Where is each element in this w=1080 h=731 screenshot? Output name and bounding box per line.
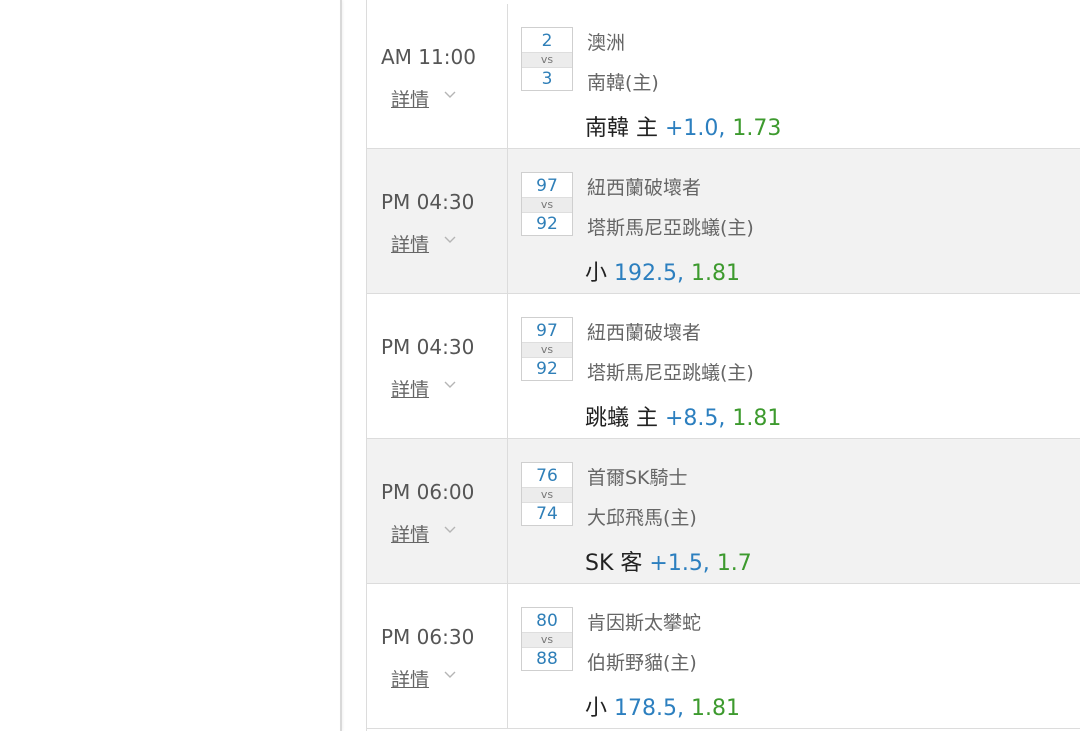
bet-pick: 小 [585, 696, 608, 721]
score-away: 80 [536, 611, 558, 631]
panel-divider [340, 0, 342, 731]
bet-handicap: 178.5, [614, 696, 684, 721]
bet-odds: 1.7 [716, 551, 752, 576]
match-row: PM 06:30 詳情 80 vs 88 肯因斯太攀蛇 伯斯野貓(主) 小 17… [367, 584, 1080, 729]
bet-handicap: +1.5, [649, 551, 710, 576]
time-cell: AM 11:00 詳情 [367, 4, 508, 148]
score-box: 76 vs 74 [521, 462, 573, 526]
bet-line: SK 客 +1.5, 1.7 [585, 545, 752, 577]
vs-label: vs [522, 632, 572, 648]
vs-label: vs [522, 197, 572, 213]
page: AM 11:00 詳情 2 vs 3 澳洲 南韓(主) 南韓 主 +1.0, 1… [0, 0, 1080, 731]
bet-odds: 1.81 [691, 261, 740, 286]
detail-link[interactable]: 詳情 [391, 520, 429, 547]
bet-line: 南韓 主 +1.0, 1.73 [585, 110, 781, 142]
detail-link[interactable]: 詳情 [391, 375, 429, 402]
match-row: PM 04:30 詳情 97 vs 92 紐西蘭破壞者 塔斯馬尼亞跳蟻(主) 小… [367, 149, 1080, 294]
chevron-down-icon[interactable] [443, 233, 457, 247]
bet-pick: SK 客 [585, 551, 643, 576]
match-time: PM 04:30 [381, 190, 475, 214]
time-cell: PM 04:30 詳情 [367, 294, 508, 438]
match-row: PM 04:30 詳情 97 vs 92 紐西蘭破壞者 塔斯馬尼亞跳蟻(主) 跳… [367, 294, 1080, 439]
team-home: 塔斯馬尼亞跳蟻(主) [587, 362, 754, 384]
chevron-down-icon[interactable] [443, 523, 457, 537]
chevron-down-icon[interactable] [443, 88, 457, 102]
team-home: 塔斯馬尼亞跳蟻(主) [587, 217, 754, 239]
score-box: 97 vs 92 [521, 172, 573, 236]
match-row: AM 11:00 詳情 2 vs 3 澳洲 南韓(主) 南韓 主 +1.0, 1… [367, 4, 1080, 149]
chevron-down-icon[interactable] [443, 378, 457, 392]
time-cell: PM 06:00 詳情 [367, 439, 508, 583]
score-home: 88 [536, 649, 558, 669]
score-box: 97 vs 92 [521, 317, 573, 381]
score-away: 97 [536, 176, 558, 196]
bet-handicap: +8.5, [665, 406, 726, 431]
vs-label: vs [522, 487, 572, 503]
time-cell: PM 04:30 詳情 [367, 149, 508, 293]
bet-handicap: +1.0, [665, 116, 726, 141]
bet-odds: 1.81 [691, 696, 740, 721]
bet-pick: 南韓 主 [585, 116, 658, 141]
score-box: 2 vs 3 [521, 27, 573, 91]
team-home: 南韓(主) [587, 72, 659, 94]
match-time: AM 11:00 [381, 45, 476, 69]
team-away: 紐西蘭破壞者 [587, 177, 702, 199]
team-home: 大邱飛馬(主) [587, 507, 697, 529]
bet-odds: 1.81 [732, 406, 782, 431]
bet-line: 小 192.5, 1.81 [585, 255, 740, 287]
match-time: PM 06:30 [381, 625, 475, 649]
detail-link[interactable]: 詳情 [391, 85, 429, 112]
team-away: 首爾SK騎士 [587, 467, 688, 489]
bet-pick: 跳蟻 主 [585, 406, 658, 431]
team-away: 紐西蘭破壞者 [587, 322, 702, 344]
score-home: 74 [536, 504, 558, 524]
match-time: PM 06:00 [381, 480, 475, 504]
team-home: 伯斯野貓(主) [587, 652, 697, 674]
vs-label: vs [522, 52, 572, 68]
bet-line: 跳蟻 主 +8.5, 1.81 [585, 400, 781, 432]
team-away: 澳洲 [587, 32, 626, 54]
score-home: 92 [536, 214, 558, 234]
match-row: PM 06:00 詳情 76 vs 74 首爾SK騎士 大邱飛馬(主) SK 客… [367, 439, 1080, 584]
left-blank-panel [0, 0, 340, 731]
time-cell: PM 06:30 詳情 [367, 584, 508, 728]
score-away: 76 [536, 466, 558, 486]
bet-line: 小 178.5, 1.81 [585, 690, 740, 722]
bet-handicap: 192.5, [614, 261, 684, 286]
chevron-down-icon[interactable] [443, 668, 457, 682]
bet-pick: 小 [585, 261, 608, 286]
score-away: 2 [541, 31, 553, 51]
match-time: PM 04:30 [381, 335, 475, 359]
match-table: AM 11:00 詳情 2 vs 3 澳洲 南韓(主) 南韓 主 +1.0, 1… [366, 0, 1080, 731]
team-away: 肯因斯太攀蛇 [587, 612, 702, 634]
score-home: 92 [536, 359, 558, 379]
score-home: 3 [541, 69, 553, 89]
score-away: 97 [536, 321, 558, 341]
detail-link[interactable]: 詳情 [391, 665, 429, 692]
detail-link[interactable]: 詳情 [391, 230, 429, 257]
bet-odds: 1.73 [732, 116, 782, 141]
score-box: 80 vs 88 [521, 607, 573, 671]
vs-label: vs [522, 342, 572, 358]
